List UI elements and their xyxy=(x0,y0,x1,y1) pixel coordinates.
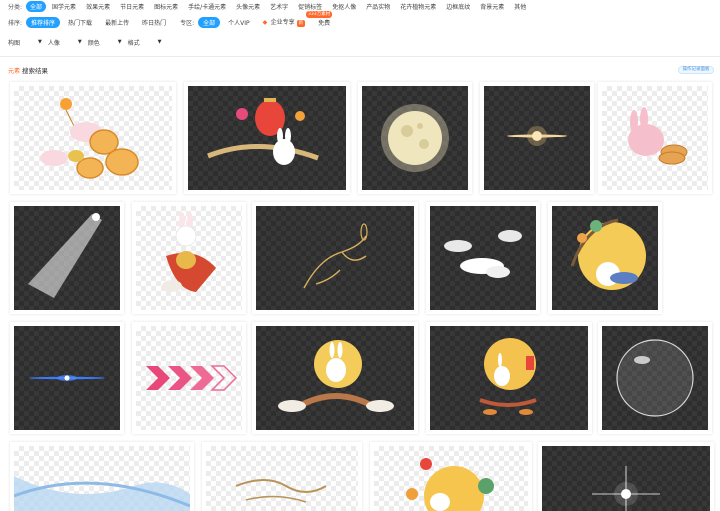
light-beam-image xyxy=(28,213,102,298)
thumbnail-card[interactable] xyxy=(184,82,350,194)
rabbit-moon-tree-image xyxy=(570,218,646,290)
thumbnail-card[interactable] xyxy=(252,322,418,434)
thumbnail-card[interactable] xyxy=(132,202,246,314)
transparent-bubble-image xyxy=(616,339,694,417)
thumbnail-light-beam xyxy=(14,206,120,310)
rabbit-flowers-moon-image xyxy=(406,458,494,511)
blue-lens-flare-image xyxy=(29,375,105,381)
rabbit-holding-mooncake-image xyxy=(162,212,216,292)
line-art-rabbit-gold-image xyxy=(303,223,368,289)
thumbnail-card[interactable] xyxy=(10,202,124,314)
gold-swirl-lines-image xyxy=(235,479,327,503)
rabbit-moon-boat-image xyxy=(479,338,537,415)
thumbnail-card[interactable] xyxy=(132,322,246,434)
thumbnail-card[interactable] xyxy=(370,442,532,511)
thumbnail-card[interactable] xyxy=(10,82,176,194)
thumbnail-card[interactable] xyxy=(538,442,714,511)
thumbnail-card[interactable] xyxy=(480,82,594,194)
thumbnail-card[interactable] xyxy=(252,202,418,314)
clouds-white-image xyxy=(444,230,522,278)
thumbnail-rabbit-moon-boat xyxy=(430,326,588,430)
thumbnail-card[interactable] xyxy=(598,82,712,194)
pink-arrows-image xyxy=(146,365,238,391)
thumbnail-card[interactable] xyxy=(10,322,124,434)
thumbnail-card[interactable] xyxy=(598,322,712,434)
pink-rabbit-mooncake-image xyxy=(628,107,688,165)
thumbnail-clouds-white xyxy=(430,206,536,310)
thumbnail-blue-lens-flare xyxy=(14,326,120,430)
thumbnail-card[interactable] xyxy=(202,442,362,511)
thumbnail-pink-rabbit-mooncake xyxy=(602,86,708,190)
thumbnail-card[interactable] xyxy=(426,322,592,434)
blue-ribbon-image xyxy=(14,476,190,511)
thumbnail-transparent-bubble xyxy=(602,326,708,430)
thumbnail-line-art-rabbit-gold xyxy=(256,206,414,310)
thumbnail-card[interactable] xyxy=(548,202,662,314)
thumbnail-card[interactable] xyxy=(426,202,540,314)
thumbnail-blue-ribbon xyxy=(14,446,190,511)
thumbnail-rabbit-red-lantern xyxy=(188,86,346,190)
thumbnail-lens-flare-gold xyxy=(484,86,590,190)
results-grid xyxy=(0,0,720,511)
rabbit-red-lantern-image xyxy=(207,98,319,165)
thumbnail-gold-swirl-lines xyxy=(206,446,358,511)
thumbnail-rabbit-moon-tree xyxy=(552,206,658,310)
thumbnail-pink-arrows xyxy=(136,326,242,430)
thumbnail-card[interactable] xyxy=(358,82,472,194)
rabbit-mooncakes-lantern-image xyxy=(40,98,139,179)
thumbnail-rabbit-bridge-moon xyxy=(256,326,414,430)
thumbnail-starlight-sparkle xyxy=(542,446,710,511)
thumbnail-rabbit-mooncakes-lantern xyxy=(14,86,172,190)
full-moon-image xyxy=(381,104,449,172)
thumbnail-card[interactable] xyxy=(10,442,194,511)
thumbnail-rabbit-holding-mooncake xyxy=(136,206,242,310)
lens-flare-gold-image xyxy=(507,126,567,146)
starlight-sparkle-image xyxy=(592,466,660,511)
rabbit-bridge-moon-image xyxy=(278,340,394,412)
thumbnail-rabbit-flowers-moon xyxy=(374,446,528,511)
thumbnail-full-moon xyxy=(362,86,468,190)
